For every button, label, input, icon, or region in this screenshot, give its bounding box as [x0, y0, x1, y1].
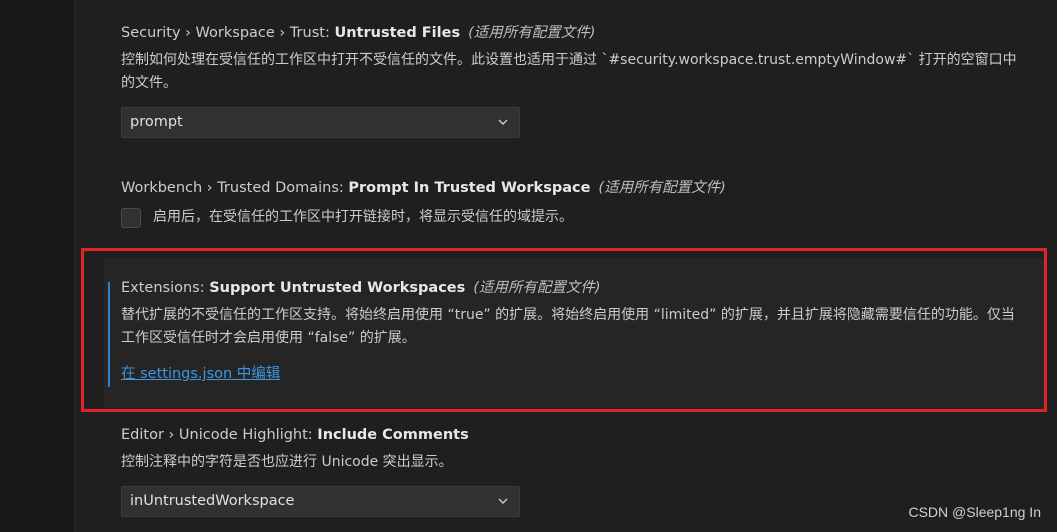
setting-title: Security › Workspace › Trust: Untrusted … [121, 23, 1026, 43]
setting-category: Workbench › Trusted Domains: [121, 180, 349, 196]
setting-name: Include Comments [317, 427, 469, 443]
setting-description: 控制如何处理在受信任的工作区中打开不受信任的文件。此设置也适用于通过 `#sec… [121, 52, 1017, 91]
prompt-trusted-domains-checkbox[interactable] [121, 207, 141, 228]
setting-category: Editor › Unicode Highlight: [121, 427, 318, 443]
setting-description: 控制注释中的字符是否也应进行 Unicode 突出显示。 [121, 454, 453, 470]
setting-title: Workbench › Trusted Domains: Prompt In T… [121, 178, 1026, 198]
chevron-down-icon [498, 119, 508, 125]
settings-editor: Security › Workspace › Trust: Untrusted … [0, 0, 1057, 532]
include-comments-dropdown[interactable]: inUntrustedWorkspace [121, 486, 520, 517]
setting-scope: (适用所有配置文件) [468, 25, 596, 41]
dropdown-value: prompt [130, 114, 183, 130]
setting-scope: (适用所有配置文件) [598, 180, 726, 196]
setting-name: Prompt In Trusted Workspace [348, 180, 591, 196]
setting-prompt-in-trusted-workspace: Workbench › Trusted Domains: Prompt In T… [121, 178, 1026, 229]
setting-title: Editor › Unicode Highlight: Include Comm… [121, 425, 1026, 445]
setting-unicode-include-comments: Editor › Unicode Highlight: Include Comm… [121, 425, 1026, 517]
setting-name: Untrusted Files [334, 25, 461, 41]
checkbox-label: 启用后，在受信任的工作区中打开链接时，将显示受信任的域提示。 [153, 209, 573, 225]
setting-untrusted-files: Security › Workspace › Trust: Untrusted … [121, 23, 1026, 138]
chevron-down-icon [498, 498, 508, 504]
dropdown-value: inUntrustedWorkspace [130, 493, 295, 509]
watermark-text: CSDN @Sleep1ng In [908, 504, 1041, 520]
setting-category: Security › Workspace › Trust: [121, 25, 335, 41]
settings-toc-panel [0, 0, 75, 532]
red-annotation-box [81, 248, 1047, 412]
untrusted-files-dropdown[interactable]: prompt [121, 107, 520, 138]
checkbox-row: 启用后，在受信任的工作区中打开链接时，将显示受信任的域提示。 [121, 206, 1026, 229]
